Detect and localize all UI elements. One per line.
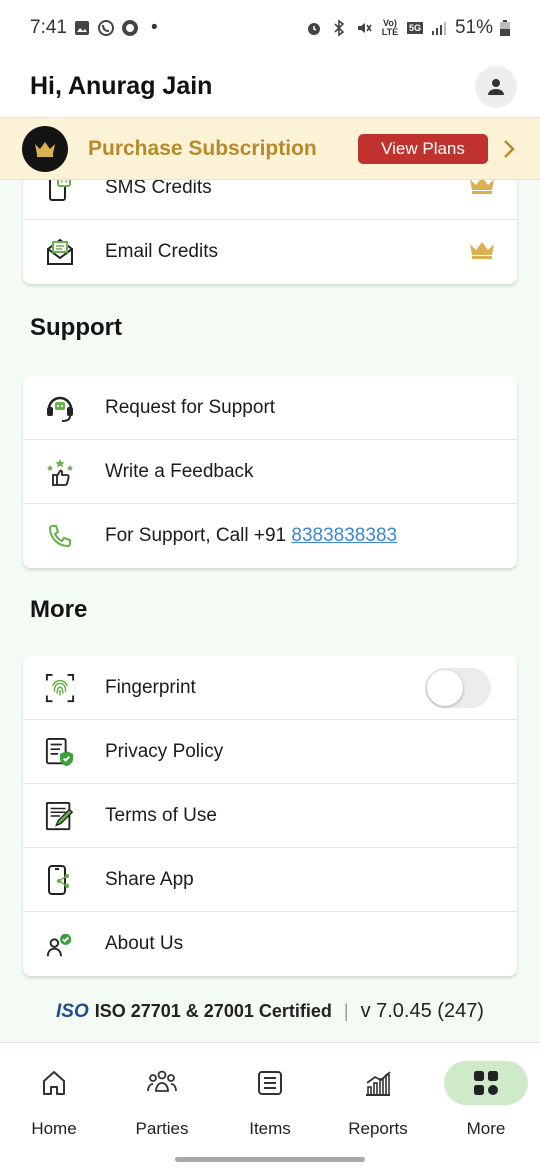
call-support-label: For Support, Call +91 8383838383 [105, 525, 397, 547]
section-title-more: More [30, 596, 88, 623]
subscription-text: Purchase Subscription [88, 136, 317, 160]
subscription-banner[interactable]: Purchase Subscription View Plans [0, 118, 540, 180]
credits-card: SMS Credits Email Credits [23, 180, 517, 284]
list-item-request-support[interactable]: Request for Support [23, 376, 517, 440]
call-support-text: For Support, Call +91 [105, 525, 292, 546]
list-item-email-credits[interactable]: Email Credits [23, 220, 517, 284]
section-title-support: Support [30, 314, 122, 341]
nav-items[interactable]: Items [216, 1061, 324, 1139]
crown-icon [35, 141, 55, 157]
home-icon [43, 1071, 65, 1095]
nav-items-label: Items [249, 1119, 291, 1138]
status-time: 7:41 [30, 17, 67, 38]
nav-parties[interactable]: Parties [108, 1061, 216, 1139]
alarm-icon [307, 23, 320, 35]
nav-parties-label: Parties [135, 1119, 189, 1138]
email-icon [47, 238, 73, 265]
share-app-label: Share App [105, 868, 194, 890]
list-item-terms-of-use[interactable]: Terms of Use [23, 784, 517, 848]
nav-home[interactable]: Home [0, 1061, 108, 1139]
view-plans-button[interactable]: View Plans [358, 133, 488, 164]
fingerprint-icon [45, 673, 75, 702]
signal-icon [431, 22, 446, 35]
crown-icon [470, 180, 494, 194]
nav-reports-label: Reports [348, 1119, 408, 1138]
request-support-label: Request for Support [105, 396, 276, 418]
greeting-title: Hi, Anurag Jain [30, 72, 213, 100]
list-item-sms-credits[interactable]: SMS Credits [23, 180, 517, 220]
nav-home-label: Home [31, 1119, 77, 1138]
bottom-nav: Home Parties Items Reports More [0, 1042, 540, 1170]
battery-icon [500, 20, 510, 36]
fingerprint-label: Fingerprint [105, 676, 196, 698]
headset-icon [47, 396, 73, 422]
phone-icon [48, 525, 71, 548]
feedback-label: Write a Feedback [105, 460, 254, 482]
status-bar: 7:41 • Vo) LTE 5G 51% [0, 0, 540, 56]
more-card: Fingerprint Privacy Policy Terms of Use [23, 656, 517, 976]
fingerprint-toggle[interactable] [425, 667, 491, 708]
cert-text: ISO 27701 & 27001 Certified [94, 1001, 332, 1021]
battery-percent: 51% [454, 17, 493, 38]
parties-icon [147, 1070, 177, 1092]
chevron-right-icon[interactable] [502, 139, 516, 159]
terms-icon [45, 801, 74, 830]
feedback-icon [47, 458, 73, 486]
app-header: Hi, Anurag Jain [0, 56, 540, 118]
support-phone-link[interactable]: 8383838383 [291, 525, 397, 546]
list-item-feedback[interactable]: Write a Feedback [23, 440, 517, 504]
crown-badge [22, 125, 68, 172]
list-item-about-us[interactable]: About Us [23, 912, 517, 976]
iso-logo: ISO [56, 1000, 89, 1022]
more-content[interactable]: SMS Credits Email Credits Support Reques… [0, 180, 540, 1042]
more-grid-icon [474, 1071, 498, 1095]
divider: | [343, 1001, 349, 1021]
gesture-bar[interactable] [175, 1157, 365, 1162]
sms-credits-label: SMS Credits [105, 180, 212, 198]
crown-icon [470, 241, 494, 259]
status-dot: • [150, 17, 158, 38]
person-icon [488, 78, 504, 95]
volte-icon: Vo) LTE [381, 18, 399, 37]
5g-icon: 5G [406, 22, 423, 34]
privacy-icon [45, 737, 74, 766]
record-icon [121, 20, 138, 36]
reports-icon [366, 1071, 391, 1096]
list-item-fingerprint: Fingerprint [23, 656, 517, 720]
profile-button[interactable] [475, 65, 517, 108]
list-item-privacy-policy[interactable]: Privacy Policy [23, 720, 517, 784]
sms-icon [49, 180, 71, 201]
items-icon [258, 1071, 282, 1095]
email-credits-label: Email Credits [105, 241, 218, 262]
privacy-policy-label: Privacy Policy [105, 740, 224, 762]
support-card: Request for Support Write a Feedback For… [23, 376, 517, 568]
certification-line: ISO ISO 27701 & 27001 Certified | v 7.0.… [0, 1000, 540, 1023]
toggle-knob [427, 669, 463, 706]
about-us-label: About Us [105, 933, 184, 954]
version-text: v 7.0.45 (247) [360, 1000, 484, 1022]
gallery-icon [74, 21, 89, 35]
nav-reports[interactable]: Reports [324, 1061, 432, 1139]
list-item-call-support[interactable]: For Support, Call +91 8383838383 [23, 504, 517, 568]
mute-icon [357, 23, 372, 33]
whatsapp-icon [97, 20, 114, 36]
terms-of-use-label: Terms of Use [105, 804, 217, 826]
nav-more-label: More [466, 1119, 506, 1138]
list-item-share-app[interactable]: Share App [23, 848, 517, 912]
about-icon [46, 933, 72, 957]
nav-more[interactable]: More [432, 1061, 540, 1139]
bluetooth-icon [334, 19, 345, 37]
share-icon [48, 864, 70, 895]
